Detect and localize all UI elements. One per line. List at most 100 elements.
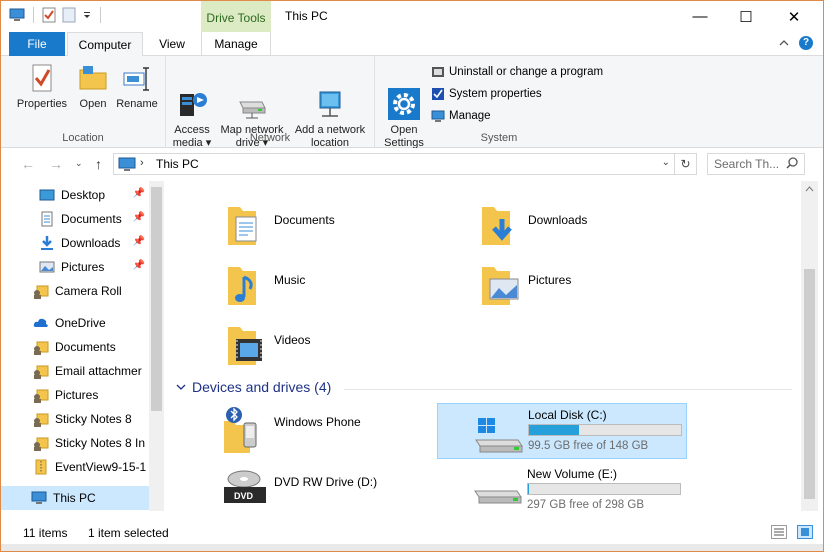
address-dropdown-icon[interactable]: ⌄ <box>662 157 670 168</box>
nav-item-sticky-notes-in[interactable]: Sticky Notes 8 In <box>1 431 149 455</box>
title-bar: Drive Tools This PC — ☐ ✕ <box>1 1 823 32</box>
nav-item-eventview[interactable]: EventView9-15-1 <box>1 455 149 479</box>
minimize-button[interactable]: — <box>677 1 723 32</box>
nav-item-camera-roll[interactable]: Camera Roll <box>1 279 149 303</box>
large-icons-view-button[interactable] <box>797 525 813 539</box>
nav-item-label: Pictures <box>61 260 105 274</box>
folder-documents[interactable]: Documents <box>226 201 335 249</box>
computer-icon[interactable] <box>9 8 25 22</box>
collapse-chevron-icon[interactable] <box>176 383 186 391</box>
nav-item-desktop[interactable]: Desktop 📌 <box>1 183 149 207</box>
nav-item-onedrive-pictures[interactable]: Pictures <box>1 383 149 407</box>
folder-music[interactable]: Music <box>226 261 305 309</box>
maximize-button[interactable]: ☐ <box>723 1 769 32</box>
nav-item-onedrive-documents[interactable]: Documents <box>1 335 149 359</box>
properties-button[interactable]: Properties <box>13 62 71 111</box>
shared-folder-icon <box>34 365 49 379</box>
folder-name: Documents <box>274 213 335 227</box>
content-scrollbar[interactable] <box>801 181 818 511</box>
videos-folder-icon <box>226 321 270 369</box>
nav-item-email-attachments[interactable]: Email attachmer <box>1 359 149 383</box>
properties-icon <box>26 62 58 94</box>
scroll-up-icon[interactable] <box>801 183 818 195</box>
rename-button[interactable]: Rename <box>113 62 161 111</box>
details-view-icon <box>774 528 784 536</box>
folder-videos[interactable]: Videos <box>226 321 310 369</box>
large-icons-view-icon <box>801 528 809 536</box>
up-button[interactable]: ↑ <box>95 156 102 172</box>
network-drive-icon <box>236 75 268 119</box>
system-properties-icon <box>432 88 444 100</box>
drive-usage-fill <box>529 425 579 435</box>
details-view-button[interactable] <box>771 525 787 539</box>
manage-computer-button[interactable]: Manage <box>431 109 491 123</box>
folder-name: Music <box>274 273 306 287</box>
network-group-label: Network <box>249 132 291 144</box>
nav-scrollbar-thumb[interactable] <box>151 187 162 411</box>
folder-pictures[interactable]: Pictures <box>480 261 571 309</box>
content-scrollbar-thumb[interactable] <box>804 269 815 499</box>
rename-icon <box>121 62 153 94</box>
shared-folder-icon <box>34 285 49 299</box>
search-input[interactable]: Search Th... <box>707 153 805 175</box>
ribbon-group-location: Properties Open Rename Location <box>1 56 166 148</box>
customize-qat-icon[interactable] <box>82 10 92 20</box>
pin-icon[interactable]: 📌 <box>133 236 145 247</box>
section-divider <box>344 389 792 390</box>
back-button[interactable]: ← <box>21 156 35 172</box>
drive-local-disk-c[interactable]: Local Disk (C:) 99.5 GB free of 148 GB <box>437 403 687 459</box>
forward-button[interactable]: → <box>49 156 63 172</box>
window-title: This PC <box>285 9 328 23</box>
close-button[interactable]: ✕ <box>771 1 817 32</box>
dvd-drive-icon: DVD <box>224 470 266 503</box>
content-pane: Documents Downloads Music Pictures Video… <box>164 181 801 511</box>
recent-locations-button[interactable]: ⌄ <box>75 158 83 169</box>
new-folder-icon[interactable] <box>62 7 76 23</box>
help-icon[interactable]: ? <box>799 36 813 50</box>
open-button[interactable]: Open <box>73 62 113 111</box>
refresh-icon[interactable]: ↻ <box>674 154 696 174</box>
downloads-folder-icon <box>480 201 524 249</box>
nav-item-onedrive[interactable]: OneDrive <box>1 311 149 335</box>
drive-new-volume-e[interactable]: New Volume (E:) 297 GB free of 298 GB <box>437 463 687 511</box>
ribbon-group-network: Access media ▾ Map network drive ▾ Add a… <box>166 56 375 149</box>
nav-item-documents[interactable]: Documents 📌 <box>1 207 149 231</box>
tab-manage[interactable]: Manage <box>201 32 271 56</box>
nav-item-sticky-notes[interactable]: Sticky Notes 8 <box>1 407 149 431</box>
qat-separator-2 <box>100 7 101 23</box>
tab-view[interactable]: View <box>147 32 197 56</box>
devices-section-header[interactable]: Devices and drives (4) <box>176 379 331 395</box>
nav-item-downloads[interactable]: Downloads 📌 <box>1 231 149 255</box>
rename-label: Rename <box>116 98 158 110</box>
open-label: Open <box>79 98 107 110</box>
tab-file[interactable]: File <box>9 32 65 56</box>
nav-item-this-pc[interactable]: This PC <box>1 486 149 510</box>
shared-folder-icon <box>34 437 49 451</box>
pin-icon[interactable]: 📌 <box>133 188 145 199</box>
address-bar[interactable]: › This PC ⌄ ↻ <box>113 153 697 175</box>
this-pc-icon <box>118 157 136 171</box>
manage-icon <box>431 110 445 122</box>
nav-item-label: OneDrive <box>55 316 106 330</box>
drive-tools-context-label: Drive Tools <box>201 1 271 32</box>
collapse-ribbon-icon[interactable] <box>779 39 789 47</box>
nav-item-pictures[interactable]: Pictures 📌 <box>1 255 149 279</box>
pin-icon[interactable]: 📌 <box>133 212 145 223</box>
system-properties-button[interactable]: System properties <box>431 87 542 101</box>
uninstall-program-button[interactable]: Uninstall or change a program <box>431 65 603 79</box>
media-icon <box>176 75 208 116</box>
breadcrumb-chevron[interactable]: › <box>140 157 144 169</box>
folder-downloads[interactable]: Downloads <box>480 201 587 249</box>
properties-check-icon[interactable] <box>42 7 56 23</box>
selection-count: 1 item selected <box>88 526 169 540</box>
device-windows-phone[interactable]: Windows Phone <box>220 403 470 457</box>
tab-computer[interactable]: Computer <box>67 32 143 57</box>
onedrive-cloud-icon <box>33 318 48 327</box>
uninstall-label: Uninstall or change a program <box>449 66 604 78</box>
pin-icon[interactable]: 📌 <box>133 260 145 271</box>
drive-dvd-rw-d[interactable]: DVD DVD RW Drive (D:) <box>220 465 470 511</box>
nav-scrollbar[interactable] <box>149 181 164 511</box>
nav-item-label: Sticky Notes 8 In <box>55 436 146 450</box>
shared-folder-icon <box>34 413 49 427</box>
breadcrumb-this-pc[interactable]: This PC <box>156 157 199 171</box>
